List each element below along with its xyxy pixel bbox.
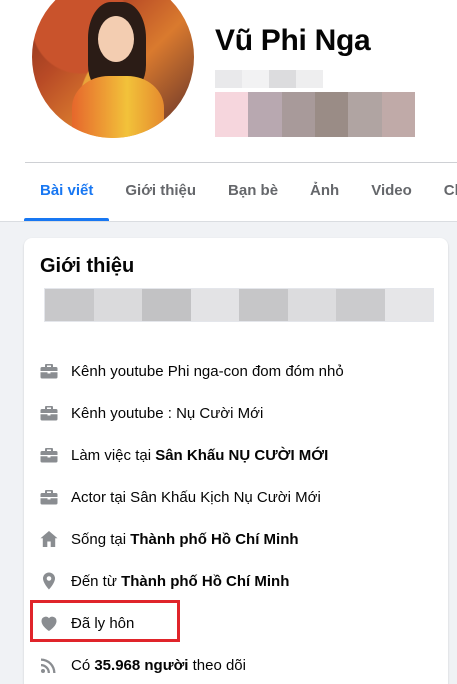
blur-block (348, 92, 382, 137)
intro-item-suffix: theo dõi (188, 656, 246, 674)
intro-item: Có 35.968 người theo dõi (38, 652, 246, 678)
blur-block (287, 289, 336, 321)
location-pin-icon (38, 570, 60, 592)
blur-block (384, 289, 433, 321)
blur-block (215, 70, 242, 88)
profile-header: Vũ Phi Nga Bài viết Giới thiệu Bạn bè Ảnh Vi… (0, 0, 457, 222)
rss-icon (38, 654, 60, 676)
profile-avatar[interactable] (28, 0, 198, 142)
profile-name: Vũ Phi Nga (215, 24, 371, 57)
blurred-friend-avatars (215, 92, 415, 137)
intro-item-text: Kênh youtube : Nụ Cười Mới (71, 405, 263, 422)
intro-item-prefix: Actor tại Sân Khấu Kịch Nụ Cười Mới (71, 488, 321, 506)
intro-item-prefix: Sống tại (71, 530, 131, 548)
blur-block (381, 92, 415, 137)
home-icon (38, 528, 60, 550)
intro-item-prefix: Làm việc tại (71, 446, 156, 464)
blur-block (142, 289, 191, 321)
intro-item: Làm việc tại Sân Khấu NỤ CƯỜI MỚI (38, 442, 328, 468)
intro-item: Đến từ Thành phố Hồ Chí Minh (38, 568, 289, 594)
intro-item-text: Sống tại Thành phố Hồ Chí Minh (71, 531, 299, 548)
blur-block (269, 70, 296, 88)
profile-tabs: Bài viếtGiới thiệuBạn bèẢnhVideoCh (24, 163, 457, 221)
avatar-dress (72, 76, 164, 138)
briefcase-icon (38, 360, 60, 382)
blur-block (190, 289, 239, 321)
intro-item: Actor tại Sân Khấu Kịch Nụ Cười Mới (38, 484, 321, 510)
blur-block (336, 289, 385, 321)
briefcase-icon (38, 486, 60, 508)
tab-1[interactable]: Giới thiệu (109, 163, 212, 221)
intro-item-link[interactable]: 35.968 người (94, 657, 188, 674)
intro-item: Kênh youtube : Nụ Cười Mới (38, 400, 263, 426)
tab-5[interactable]: Ch (428, 163, 457, 221)
blurred-bio (44, 288, 434, 322)
intro-item-text: Actor tại Sân Khấu Kịch Nụ Cười Mới (71, 489, 321, 506)
tab-4[interactable]: Video (355, 163, 428, 221)
blur-block (314, 92, 349, 137)
intro-item-text: Làm việc tại Sân Khấu NỤ CƯỜI MỚI (71, 447, 328, 464)
briefcase-icon (38, 444, 60, 466)
tab-3[interactable]: Ảnh (294, 163, 355, 221)
briefcase-icon (38, 402, 60, 424)
highlight-box (30, 600, 180, 642)
intro-card: Giới thiệu Kênh youtube Phi nga-con đom … (24, 238, 448, 684)
intro-item-text: Đến từ Thành phố Hồ Chí Minh (71, 573, 289, 590)
intro-item-link[interactable]: Thành phố Hồ Chí Minh (121, 573, 289, 590)
blur-block (281, 92, 315, 137)
intro-item-prefix: Có (71, 656, 95, 674)
tab-0[interactable]: Bài viết (24, 163, 110, 221)
intro-item-text: Kênh youtube Phi nga-con đom đóm nhỏ (71, 363, 344, 380)
intro-item: Kênh youtube Phi nga-con đom đóm nhỏ (38, 358, 344, 384)
intro-item-prefix: Kênh youtube : Nụ Cười Mới (71, 404, 264, 422)
intro-item-prefix: Đến từ (71, 572, 122, 590)
blurred-friend-count (215, 70, 323, 88)
blur-block (215, 92, 249, 137)
avatar-face (98, 16, 134, 62)
blur-block (248, 92, 282, 137)
intro-item-prefix: Kênh youtube Phi nga-con đom đóm nhỏ (71, 362, 344, 380)
tab-2[interactable]: Bạn bè (212, 163, 294, 221)
blur-block (242, 70, 269, 88)
intro-item-text: Có 35.968 người theo dõi (71, 657, 246, 674)
blur-block (93, 289, 142, 321)
intro-item: Sống tại Thành phố Hồ Chí Minh (38, 526, 299, 552)
intro-item-link[interactable]: Sân Khấu NỤ CƯỜI MỚI (155, 447, 328, 464)
blur-block (239, 289, 288, 321)
blur-block (296, 70, 323, 88)
intro-item-link[interactable]: Thành phố Hồ Chí Minh (130, 531, 298, 548)
intro-title: Giới thiệu (40, 255, 135, 277)
blur-block (45, 289, 94, 321)
